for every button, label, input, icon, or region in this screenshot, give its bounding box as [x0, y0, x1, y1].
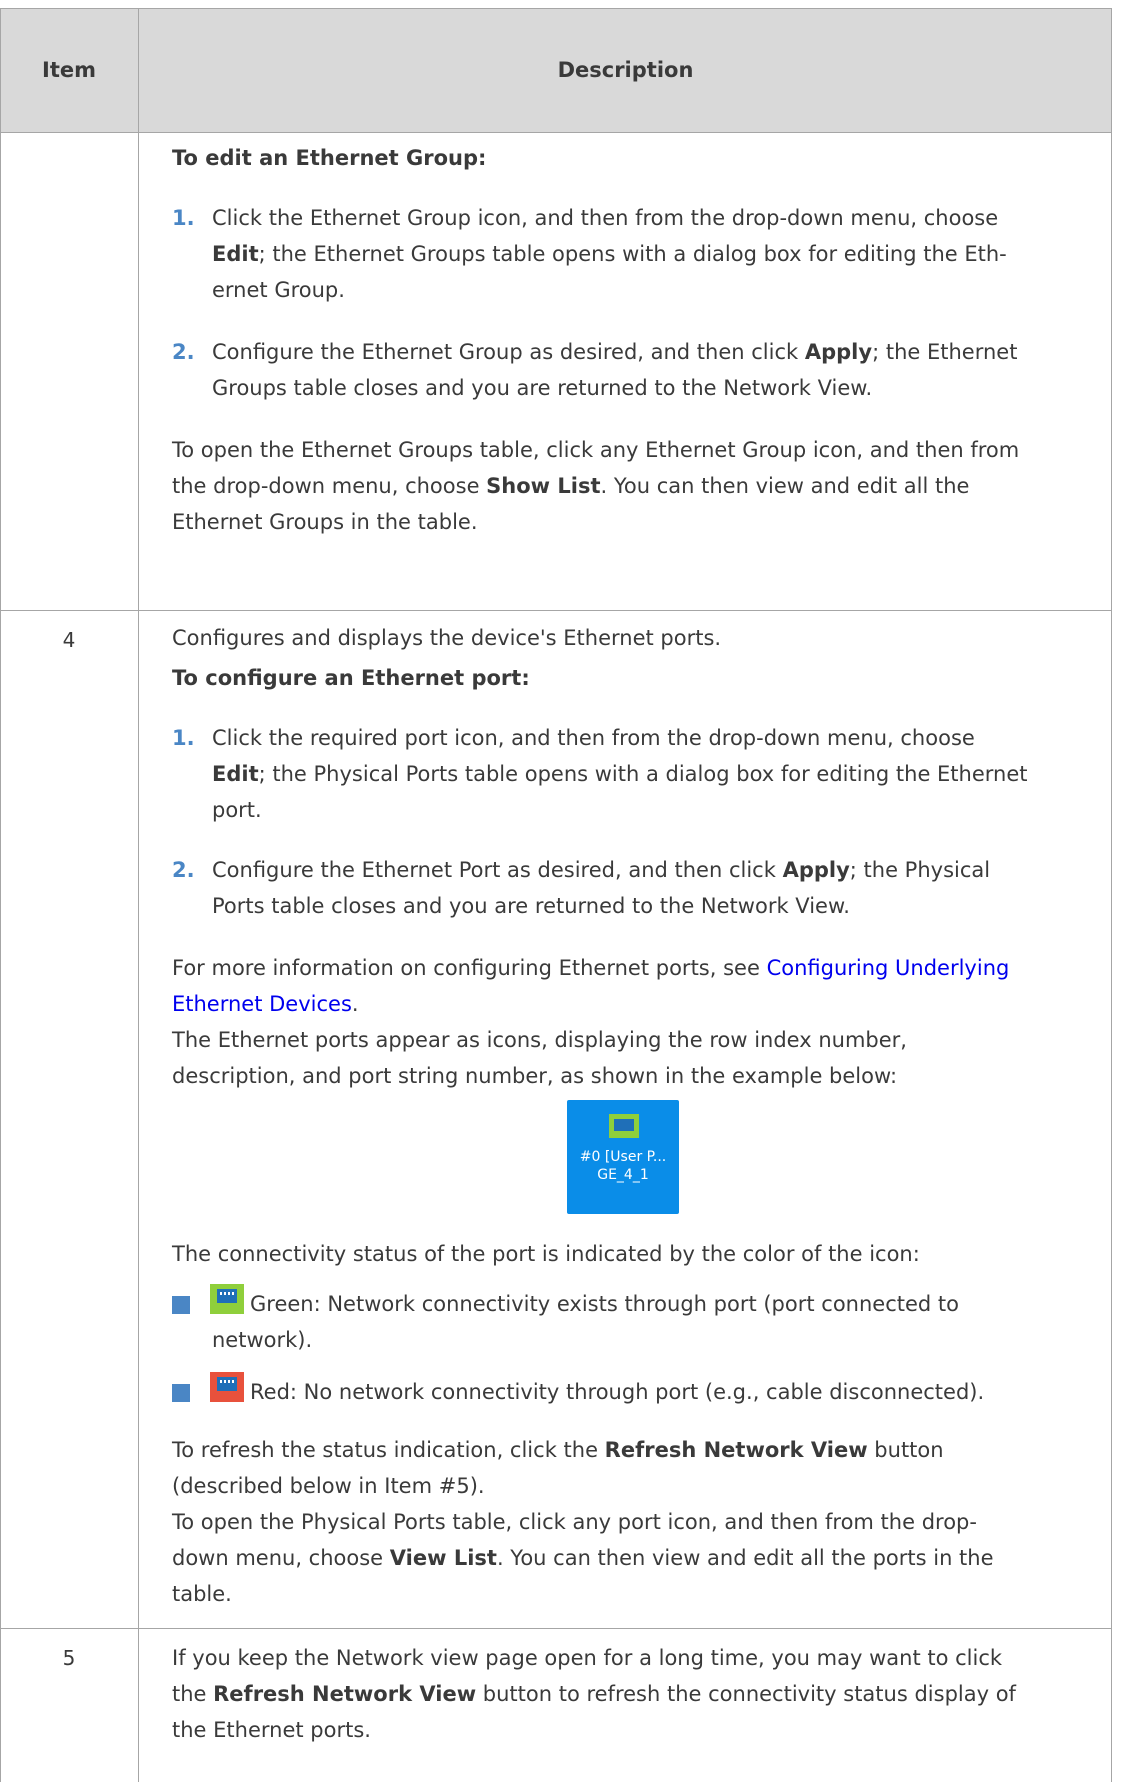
paragraph: For more information on configuring Ethe…	[172, 956, 1010, 980]
port-glyph-icon	[609, 1114, 639, 1138]
item-number: 4	[62, 628, 76, 652]
column-divider	[138, 8, 139, 1782]
paragraph: table.	[172, 1582, 232, 1606]
step-text: Edit; the Ethernet Groups table opens wi…	[212, 242, 1007, 266]
port-icon-label: #0 [User P...	[579, 1149, 667, 1165]
step-number: 1.	[172, 206, 195, 230]
paragraph: the Refresh Network View button to refre…	[172, 1682, 1016, 1706]
configuring-ethernet-link[interactable]: Configuring Underlying	[767, 956, 1010, 980]
step-text: Edit; the Physical Ports table opens wit…	[212, 762, 1028, 786]
paragraph: Ethernet Groups in the table.	[172, 510, 478, 534]
configuring-ethernet-link[interactable]: Ethernet Devices	[172, 992, 352, 1016]
paragraph: To refresh the status indication, click …	[172, 1438, 944, 1462]
bullet-text: Red: No network connectivity through por…	[250, 1380, 985, 1404]
configure-port-heading: To configure an Ethernet port:	[172, 666, 530, 690]
row-divider-3-4	[0, 610, 1112, 611]
paragraph: To open the Ethernet Groups table, click…	[172, 438, 1020, 462]
step-number: 2.	[172, 340, 195, 364]
step-text: Click the Ethernet Group icon, and then …	[212, 206, 999, 230]
step-text: Ports table closes and you are returned …	[212, 894, 850, 918]
bullet-text: network).	[212, 1328, 313, 1352]
paragraph: The connectivity status of the port is i…	[172, 1242, 920, 1266]
header-divider	[0, 132, 1112, 133]
paragraph: the Ethernet ports.	[172, 1718, 371, 1742]
paragraph: down menu, choose View List. You can the…	[172, 1546, 994, 1570]
step-text: port.	[212, 798, 262, 822]
paragraph: The Ethernet ports appear as icons, disp…	[172, 1028, 907, 1052]
step-text: Click the required port icon, and then f…	[212, 726, 975, 750]
ethernet-port-icon: #0 [User P... GE_4_1	[567, 1100, 679, 1214]
red-port-icon	[210, 1372, 244, 1402]
step-text: Configure the Ethernet Group as desired,…	[212, 340, 1018, 364]
bullet-text: Green: Network connectivity exists throu…	[250, 1292, 959, 1316]
port-icon-label: GE_4_1	[597, 1167, 649, 1183]
paragraph: Ethernet Devices.	[172, 992, 359, 1016]
paragraph: To open the Physical Ports table, click …	[172, 1510, 977, 1534]
table-border-right	[1111, 8, 1112, 1782]
row-divider-4-5	[0, 1628, 1112, 1629]
bullet-icon	[172, 1296, 190, 1314]
step-number: 2.	[172, 858, 195, 882]
paragraph: Configures and displays the device's Eth…	[172, 626, 722, 650]
paragraph: (described below in Item #5).	[172, 1474, 485, 1498]
green-port-icon	[210, 1284, 244, 1314]
step-text: Configure the Ethernet Port as desired, …	[212, 858, 991, 882]
edit-group-heading: To edit an Ethernet Group:	[172, 146, 487, 170]
table-border-left	[0, 8, 1, 1782]
step-number: 1.	[172, 726, 195, 750]
step-text: ernet Group.	[212, 278, 345, 302]
step-text: Groups table closes and you are returned…	[212, 376, 873, 400]
table-border-top	[0, 8, 1112, 9]
item-number: 5	[62, 1646, 76, 1670]
header-description: Description	[557, 58, 694, 82]
bullet-icon	[172, 1384, 190, 1402]
header-item: Item	[42, 58, 96, 82]
paragraph: If you keep the Network view page open f…	[172, 1646, 1003, 1670]
paragraph: the drop-down menu, choose Show List. Yo…	[172, 474, 970, 498]
table-header: Item Description	[0, 8, 1112, 132]
paragraph: description, and port string number, as …	[172, 1064, 898, 1088]
